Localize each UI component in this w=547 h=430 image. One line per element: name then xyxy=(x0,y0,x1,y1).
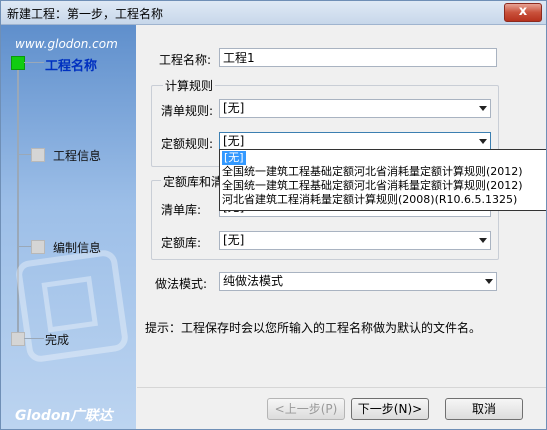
chevron-down-icon xyxy=(479,238,487,243)
step-label: 工程名称 xyxy=(45,59,98,74)
brand-logo: Glodon广联达 xyxy=(15,408,113,424)
window-title: 新建工程：第一步，工程名称 xyxy=(7,7,164,21)
close-button[interactable]: x xyxy=(504,3,542,22)
new-project-dialog: 新建工程：第一步，工程名称 x www.glodon.com 工程名称 工程信息… xyxy=(0,0,547,430)
chevron-down-icon xyxy=(485,279,493,284)
hint-text: 提示：工程保存时会以您所输入的工程名称做为默认的文件名。 xyxy=(145,321,482,335)
quota-lib-value: [无] xyxy=(223,233,245,247)
step-inactive-icon xyxy=(31,240,45,254)
prev-button[interactable]: <上一步(P) xyxy=(267,398,345,420)
project-name-label: 工程名称: xyxy=(159,53,212,67)
step-finish: 完成 xyxy=(11,331,131,347)
step-active-icon xyxy=(11,56,25,70)
wizard-sidebar: www.glodon.com 工程名称 工程信息 编制信息 完成 Glodon广… xyxy=(1,25,136,429)
quota-rule-dropdown-list: [无] 全国统一建筑工程基础定额河北省消耗量定额计算规则(2012) 全国统一建… xyxy=(219,149,546,211)
method-label: 做法模式: xyxy=(155,277,208,291)
dropdown-option[interactable]: 全国统一建筑工程基础定额河北省消耗量定额计算规则(2012) xyxy=(222,179,523,193)
method-value: 纯做法模式 xyxy=(223,274,284,288)
calc-rules-group-title: 计算规则 xyxy=(163,77,216,94)
chevron-down-icon xyxy=(479,139,487,144)
footer-divider xyxy=(137,387,546,388)
step-project-name: 工程名称 xyxy=(11,55,131,74)
quota-rule-label: 定额规则: xyxy=(161,137,214,151)
bill-rule-select[interactable]: [无] xyxy=(219,99,491,118)
bill-rule-value: [无] xyxy=(223,101,245,115)
close-icon: x xyxy=(518,4,528,19)
step-inactive-icon xyxy=(31,148,45,162)
title-bar: 新建工程：第一步，工程名称 x xyxy=(1,1,546,25)
step-timeline xyxy=(17,65,19,345)
quota-lib-label: 定额库: xyxy=(161,236,202,250)
chevron-down-icon xyxy=(479,106,487,111)
method-select[interactable]: 纯做法模式 xyxy=(219,272,497,291)
step-project-info: 工程信息 xyxy=(11,147,131,163)
dropdown-option[interactable]: 河北省建筑工程消耗量定额计算规则(2008)(R10.6.5.1325) xyxy=(222,193,517,207)
dropdown-option[interactable]: 全国统一建筑工程基础定额河北省消耗量定额计算规则(2012) xyxy=(222,165,523,179)
quota-lib-group-title: 定额库和清 xyxy=(161,173,226,190)
next-button[interactable]: 下一步(N)> xyxy=(351,398,429,420)
step-label: 工程信息 xyxy=(53,149,102,163)
wizard-content: 工程名称: 工程1 计算规则 清单规则: [无] 定额规则: [无] 定额库和清… xyxy=(137,25,546,429)
step-compile-info: 编制信息 xyxy=(11,239,131,255)
step-inactive-icon xyxy=(11,332,25,346)
quota-lib-select[interactable]: [无] xyxy=(219,231,491,250)
bill-rule-label: 清单规则: xyxy=(161,104,214,118)
cancel-button[interactable]: 取消 xyxy=(445,398,523,420)
project-name-input[interactable]: 工程1 xyxy=(219,48,497,67)
dropdown-option[interactable]: [无] xyxy=(222,151,246,165)
step-label: 编制信息 xyxy=(53,241,102,255)
bill-lib-label: 清单库: xyxy=(161,203,202,217)
quota-rule-value: [无] xyxy=(223,134,245,148)
step-label: 完成 xyxy=(45,333,70,347)
site-url: www.glodon.com xyxy=(15,37,118,51)
